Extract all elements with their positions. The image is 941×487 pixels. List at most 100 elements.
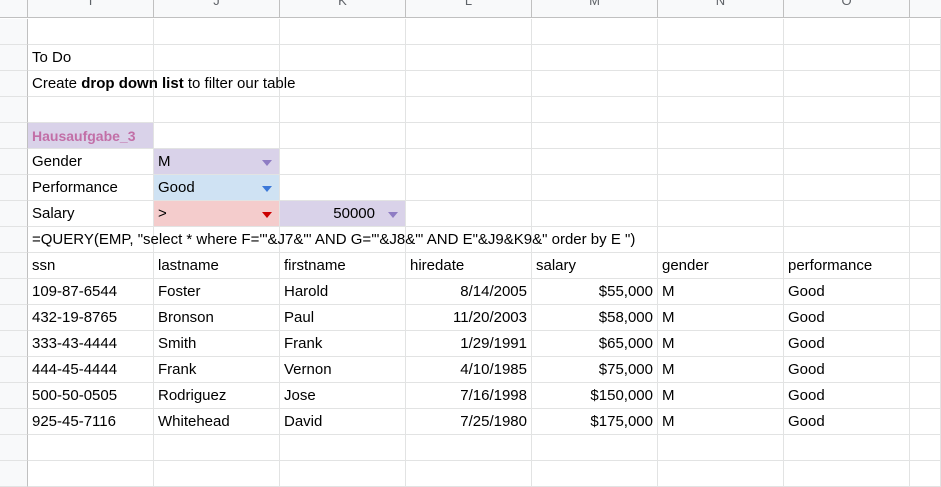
gender-dropdown[interactable]: M [154, 149, 280, 175]
empty-cell[interactable] [784, 19, 910, 45]
row-header[interactable] [0, 45, 28, 71]
table-cell-firstname[interactable]: Harold [280, 279, 406, 305]
empty-cell[interactable] [28, 435, 154, 461]
dropdown-arrow-icon[interactable] [262, 212, 272, 218]
todo-description-cell[interactable]: Create drop down list to filter our tabl… [28, 71, 532, 97]
row-header[interactable] [0, 149, 28, 175]
empty-cell[interactable] [532, 149, 658, 175]
table-cell-performance[interactable]: Good [784, 383, 910, 409]
row-header[interactable] [0, 409, 28, 435]
empty-cell[interactable] [532, 435, 658, 461]
empty-cell[interactable] [406, 461, 532, 487]
empty-cell[interactable] [910, 175, 941, 201]
empty-cell[interactable] [532, 201, 658, 227]
column-header-n[interactable]: N [658, 0, 784, 18]
header-performance[interactable]: performance [784, 253, 910, 279]
column-header-o[interactable]: O [784, 0, 910, 18]
empty-cell[interactable] [910, 435, 941, 461]
row-header[interactable] [0, 201, 28, 227]
table-cell-performance[interactable]: Good [784, 409, 910, 435]
salary-value-dropdown[interactable]: 50000 [280, 201, 406, 227]
empty-cell[interactable] [280, 461, 406, 487]
empty-cell[interactable] [910, 383, 941, 409]
empty-cell[interactable] [658, 123, 784, 149]
empty-cell[interactable] [406, 45, 532, 71]
table-cell-ssn[interactable]: 444-45-4444 [28, 357, 154, 383]
row-header[interactable] [0, 383, 28, 409]
row-header[interactable] [0, 435, 28, 461]
empty-cell[interactable] [406, 97, 532, 123]
empty-cell[interactable] [910, 461, 941, 487]
empty-cell[interactable] [910, 279, 941, 305]
empty-cell[interactable] [910, 45, 941, 71]
empty-cell[interactable] [658, 97, 784, 123]
empty-cell[interactable] [658, 149, 784, 175]
salary-label[interactable]: Salary [28, 201, 154, 227]
table-cell-hiredate[interactable]: 7/25/1980 [406, 409, 532, 435]
table-cell-lastname[interactable]: Smith [154, 331, 280, 357]
empty-cell[interactable] [910, 227, 941, 253]
table-cell-ssn[interactable]: 333-43-4444 [28, 331, 154, 357]
table-cell-performance[interactable]: Good [784, 305, 910, 331]
gender-label[interactable]: Gender [28, 149, 154, 175]
empty-cell[interactable] [280, 19, 406, 45]
empty-cell[interactable] [406, 19, 532, 45]
empty-cell[interactable] [154, 435, 280, 461]
dropdown-arrow-icon[interactable] [262, 186, 272, 192]
table-cell-gender[interactable]: M [658, 331, 784, 357]
empty-cell[interactable] [784, 149, 910, 175]
table-cell-ssn[interactable]: 500-50-0505 [28, 383, 154, 409]
empty-cell[interactable] [658, 175, 784, 201]
empty-cell[interactable] [910, 305, 941, 331]
spreadsheet-grid[interactable]: I J K L M N O To Do Create drop down lis… [0, 0, 941, 487]
row-header[interactable] [0, 71, 28, 97]
header-firstname[interactable]: firstname [280, 253, 406, 279]
empty-cell[interactable] [784, 435, 910, 461]
empty-cell[interactable] [784, 461, 910, 487]
empty-cell[interactable] [910, 19, 941, 45]
table-cell-firstname[interactable]: David [280, 409, 406, 435]
table-cell-gender[interactable]: M [658, 279, 784, 305]
row-header[interactable] [0, 123, 28, 149]
empty-cell[interactable] [532, 461, 658, 487]
empty-cell[interactable] [910, 123, 941, 149]
dropdown-arrow-icon[interactable] [262, 160, 272, 166]
empty-cell[interactable] [28, 19, 154, 45]
table-cell-hiredate[interactable]: 11/20/2003 [406, 305, 532, 331]
table-cell-hiredate[interactable]: 4/10/1985 [406, 357, 532, 383]
table-cell-firstname[interactable]: Vernon [280, 357, 406, 383]
empty-cell[interactable] [532, 19, 658, 45]
empty-cell[interactable] [154, 461, 280, 487]
empty-cell[interactable] [784, 123, 910, 149]
table-cell-firstname[interactable]: Paul [280, 305, 406, 331]
table-cell-gender[interactable]: M [658, 383, 784, 409]
empty-cell[interactable] [910, 201, 941, 227]
empty-cell[interactable] [910, 71, 941, 97]
empty-cell[interactable] [154, 19, 280, 45]
homework-header-cell[interactable]: Hausaufgabe_3 [28, 123, 154, 149]
column-header-l[interactable]: L [406, 0, 532, 18]
table-cell-gender[interactable]: M [658, 357, 784, 383]
empty-cell[interactable] [784, 175, 910, 201]
empty-cell[interactable] [280, 149, 406, 175]
table-cell-lastname[interactable]: Foster [154, 279, 280, 305]
empty-cell[interactable] [532, 71, 658, 97]
empty-cell[interactable] [910, 357, 941, 383]
empty-cell[interactable] [532, 175, 658, 201]
empty-cell[interactable] [910, 331, 941, 357]
row-header[interactable] [0, 19, 28, 45]
empty-cell[interactable] [280, 97, 406, 123]
header-lastname[interactable]: lastname [154, 253, 280, 279]
empty-cell[interactable] [784, 71, 910, 97]
empty-cell[interactable] [658, 201, 784, 227]
table-cell-firstname[interactable]: Frank [280, 331, 406, 357]
row-header[interactable] [0, 357, 28, 383]
empty-cell[interactable] [910, 253, 941, 279]
empty-cell[interactable] [784, 201, 910, 227]
table-cell-lastname[interactable]: Frank [154, 357, 280, 383]
table-cell-salary[interactable]: $75,000 [532, 357, 658, 383]
table-cell-performance[interactable]: Good [784, 331, 910, 357]
table-cell-ssn[interactable]: 109-87-6544 [28, 279, 154, 305]
empty-cell[interactable] [154, 123, 280, 149]
empty-cell[interactable] [28, 461, 154, 487]
